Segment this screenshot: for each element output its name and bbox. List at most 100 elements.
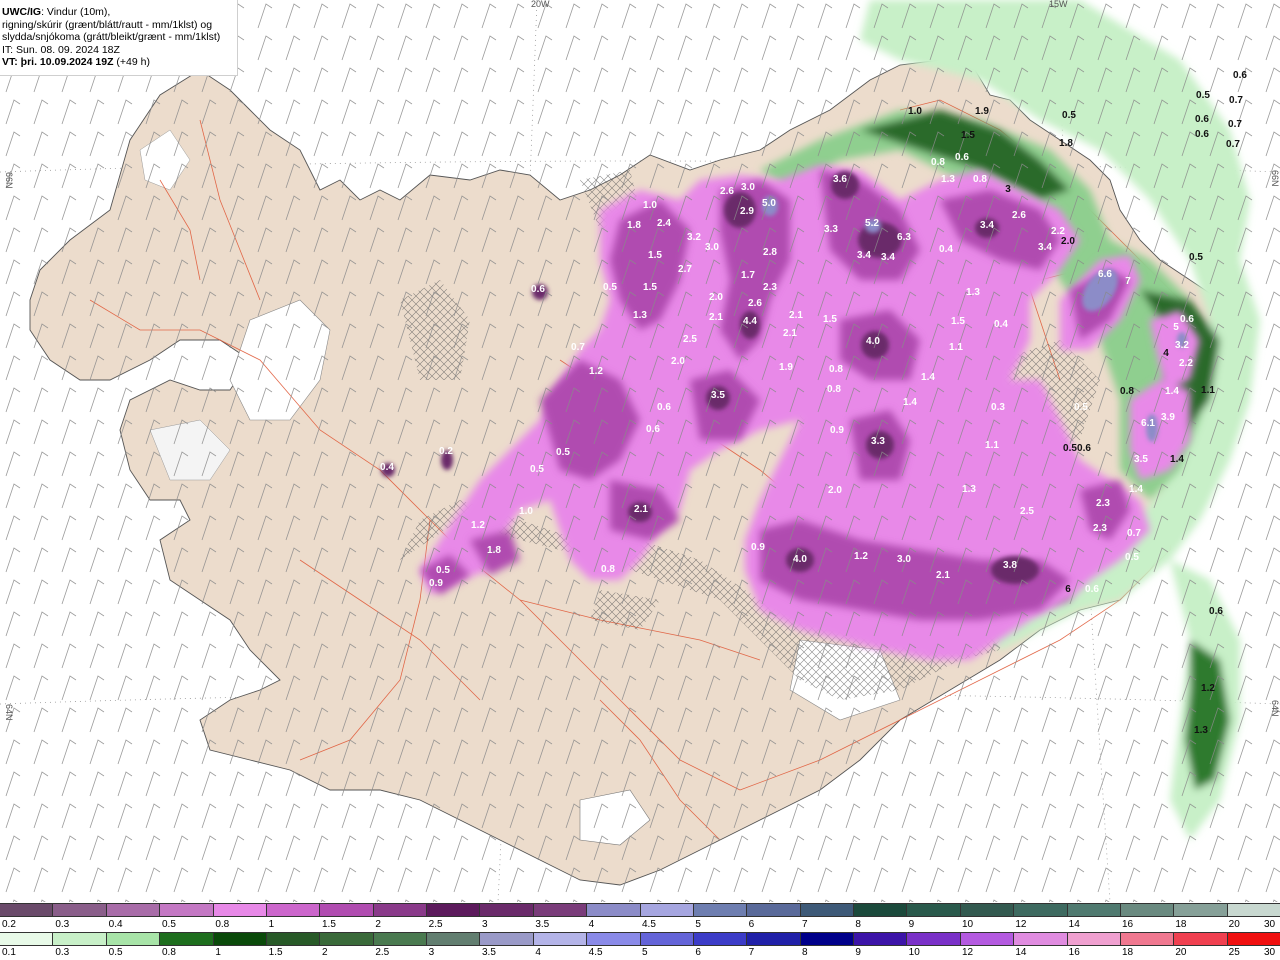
precip-value: 3.3 — [871, 436, 885, 447]
legend-swatch — [1227, 933, 1280, 945]
legend-swatch — [480, 933, 534, 945]
precip-value: 1.5 — [961, 130, 975, 141]
precip-value: 0.6 — [1180, 314, 1194, 325]
precip-value: 2.8 — [763, 247, 777, 258]
precip-value: 6 — [1065, 584, 1071, 595]
legend-label: 12 — [1015, 919, 1027, 930]
precip-value: 1.1 — [985, 440, 999, 451]
precip-value: 4.0 — [793, 554, 807, 565]
precip-value: 3.2 — [687, 232, 701, 243]
legend-label: 18 — [1122, 947, 1134, 958]
label-66n-left: 66N — [4, 172, 14, 189]
info-line-5: VT: þri. 10.09.2024 19Z (+49 h) — [2, 56, 237, 69]
precip-value: 0.5 — [1196, 90, 1210, 101]
legend-label: 0.2 — [2, 919, 16, 930]
legend-swatch — [1067, 904, 1121, 916]
legend-swatch — [1120, 933, 1175, 945]
precip-value: 0.7 — [1127, 528, 1141, 539]
valid-time: VT: þri. 10.09.2024 19Z — [2, 56, 114, 69]
legend-label: 3.5 — [535, 919, 550, 930]
precip-value: 1.2 — [1201, 683, 1215, 694]
legend-swatch — [0, 904, 54, 916]
legend-swatch — [747, 904, 801, 916]
legend-swatch — [427, 904, 481, 916]
precip-value: 0.5 — [1189, 252, 1203, 263]
precip-value: 0.6 — [531, 284, 545, 295]
precip-value: 2.1 — [936, 570, 950, 581]
precip-value: 1.2 — [471, 520, 485, 531]
precip-value: 0.4 — [380, 462, 394, 473]
precip-value: 2.9 — [740, 206, 754, 217]
label-66n-right: 66N — [1270, 170, 1280, 187]
legend-label: 14 — [1015, 947, 1027, 958]
precip-value: 1.8 — [487, 545, 501, 556]
legend-label: 4.5 — [642, 919, 656, 930]
precip-value: 2.6 — [720, 186, 734, 197]
legend-label: 3.5 — [482, 947, 496, 958]
legend-swatch — [854, 933, 908, 945]
legend-swatch — [53, 904, 107, 916]
info-line-3: slydda/snjókoma (grátt/bleikt/grænt - mm… — [2, 31, 221, 44]
info-line-2: rigning/skúrir (grænt/blátt/rautt - mm/1… — [2, 18, 213, 31]
legend-label: 0.3 — [55, 947, 70, 958]
legend-label: 2.5 — [375, 947, 390, 958]
lead-time: (+49 h) — [113, 56, 150, 69]
legend-label: 0.3 — [55, 919, 70, 930]
precip-value: 1.0 — [908, 106, 922, 117]
legend-label: 5 — [695, 919, 701, 930]
legend-swatch — [1174, 904, 1228, 916]
precip-value: 0.6 — [1209, 606, 1223, 617]
precip-value: 2.1 — [709, 312, 723, 323]
info-line-1-rest: : Vindur (10m), — [41, 6, 111, 18]
legend-swatch — [266, 933, 321, 945]
model-name: UWC/IG — [2, 6, 42, 18]
precip-value: 1.3 — [1194, 725, 1208, 736]
label-64n-right: 64N — [1270, 700, 1280, 717]
legend-swatch — [266, 904, 321, 916]
legend-label: 14 — [1068, 919, 1080, 930]
legend-label: 7 — [748, 947, 755, 958]
snow-legend-bar — [0, 903, 1280, 917]
legend-swatch — [747, 933, 801, 945]
legend-label: 1 — [268, 919, 275, 930]
precip-value: 3 — [1005, 184, 1011, 195]
precip-value: 0.7 — [1226, 139, 1240, 150]
precip-value: 0.9 — [830, 425, 844, 436]
legend-label: 18 — [1175, 919, 1187, 930]
init-time: IT: Sun. 08. 09. 2024 18Z — [2, 43, 120, 56]
precip-value: 1.5 — [643, 282, 657, 293]
precip-value: 5.0 — [762, 198, 776, 209]
legend-label: 4 — [588, 919, 595, 930]
legend-swatch — [1227, 904, 1280, 916]
precip-value: 0.5 — [530, 464, 544, 475]
snow-legend-labels: 0.2 0.3 0.4 0.5 0.8 1 1.5 2 2.5 3 3.5 4 4.5 5 6 7 8 9 10 12… — [0, 919, 1280, 931]
precip-value: 6.6 — [1098, 269, 1112, 280]
legend-swatch — [587, 904, 641, 916]
legend-label: 20 — [1228, 919, 1240, 930]
precip-value: 2.0 — [671, 356, 685, 367]
precip-value: 0.3 — [991, 402, 1005, 413]
precip-value: 0.7 — [571, 342, 585, 353]
precip-value: 3.8 — [1003, 560, 1017, 571]
legend-label: 2.5 — [428, 919, 443, 930]
label-15w: 15W — [1049, 0, 1068, 9]
precip-value: 2.5 — [683, 334, 697, 345]
legend-swatch — [1067, 933, 1121, 945]
legend-swatch — [533, 904, 588, 916]
precip-value: 1.3 — [966, 287, 980, 298]
precip-value: 0.6 — [1195, 114, 1209, 125]
precip-value: 3.4 — [1038, 242, 1052, 253]
precip-value: 0.9 — [429, 578, 443, 589]
legend-label: 9 — [855, 947, 861, 958]
precip-value: 1.5 — [823, 314, 837, 325]
precip-value: 3.6 — [833, 174, 847, 185]
precip-value: 4.4 — [743, 316, 757, 327]
precip-value: 2.3 — [1096, 498, 1110, 509]
legend-label: 25 — [1228, 947, 1240, 958]
legend-label: 16 — [1122, 919, 1134, 930]
legend-label: 8 — [802, 947, 808, 958]
legend-label: 0.1 — [2, 947, 16, 958]
precip-value: 0.5 — [1125, 552, 1139, 563]
legend-label: 6 — [748, 919, 755, 930]
legend-swatch — [693, 904, 748, 916]
